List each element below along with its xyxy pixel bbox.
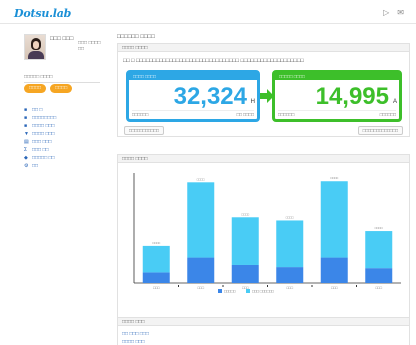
x-tick-mark (267, 285, 268, 287)
left-detail-button[interactable]: □□□□□□□□□□□ (124, 126, 164, 135)
main-content: □□□□□□ □□□□ □□□□ □□□□ □□ □ □□□□□□□□□□□□□… (117, 34, 410, 345)
chart-card-header: □□□□ □□□□ (118, 155, 409, 163)
data-label: □□□□ (241, 212, 249, 216)
bar-segment (187, 182, 215, 258)
right-count-value: 14,995 (315, 83, 389, 110)
tag-button[interactable]: □□□□ (50, 84, 73, 93)
sigma-icon: Σ (24, 147, 28, 153)
bar-segment (276, 220, 304, 268)
user-name: □□□ □□□ (50, 36, 74, 42)
data-label: □□□□ (152, 241, 160, 245)
app-logo[interactable]: Dotsu.lab (14, 7, 71, 20)
sidebar-item-home[interactable]: ■ □□ □ (24, 106, 100, 114)
avatar (24, 34, 46, 60)
sidebar-item-tags[interactable]: ◆ □□□□□ □□ (24, 154, 100, 162)
home-icon: ■ (24, 107, 28, 113)
tag-button[interactable]: □□□□ (24, 84, 47, 93)
bottom-card: □□□□ □□□ □□ □□□ □□□ □□□□ □□□ (117, 317, 410, 345)
bar-segment (320, 257, 348, 283)
x-tick-mark (222, 285, 224, 287)
sidebar-nav: ■ □□ □ ■ □□□□□□□□ ■ □□□□ □□□ ▼ □□□□ □□□ ▤ □□□… (24, 106, 100, 170)
sidebar: □□□ □□□ □□□ □□□□ □□ □□□□□ □□□□ □□□□ □□□□… (24, 34, 101, 339)
summary-card-header: □□□□ □□□□ (118, 44, 409, 52)
right-foot-label: □□□□□□ (278, 112, 295, 117)
bottom-link[interactable]: □□□□ □□□ (122, 339, 145, 345)
bar-segment (231, 217, 259, 265)
gear-icon: ⚙ (24, 163, 29, 169)
bar-segment (187, 257, 215, 283)
list-icon: ■ (24, 115, 28, 121)
legend-label: □□□ □□□□□□ (252, 290, 274, 294)
sidebar-item-filter[interactable]: ▼ □□□□ □□□ (24, 130, 100, 138)
play-icon[interactable]: ▷ (383, 8, 389, 17)
bar-segment (142, 245, 170, 273)
x-tick-mark (356, 285, 357, 287)
right-box-header: □□□□□ □□□□ (275, 73, 399, 80)
sidebar-item-label: □□□□ □□□ (32, 131, 55, 137)
bottom-link[interactable]: □□ □□□ □□□ (122, 331, 149, 337)
right-detail-button[interactable]: □□□□□□□□□□□□□ (357, 126, 403, 135)
right-count-unit: A (392, 99, 397, 105)
sidebar-item-label: □□ □ (32, 107, 43, 113)
sidebar-section-label: □□□□□ □□□□ (24, 74, 100, 83)
sidebar-item-label: □□ (32, 163, 39, 169)
bar-segment (365, 268, 393, 283)
sidebar-item-settings[interactable]: ⚙ □□ (24, 162, 100, 170)
data-label: □□□□ (197, 177, 205, 181)
sidebar-item-label: □□□ □□ (32, 147, 49, 153)
sidebar-item-list[interactable]: ■ □□□□□□□□ (24, 114, 100, 122)
app-header: Dotsu.lab ▷ ✉ (0, 0, 416, 24)
x-tick-mark (178, 285, 179, 287)
page-title: □□□□□□ □□□□ (117, 34, 155, 40)
x-tick-label: □□□ (197, 286, 204, 290)
bar-segment (365, 231, 393, 269)
x-tick-label: □□□ (331, 286, 338, 290)
report-icon: ■ (24, 123, 28, 129)
diamond-icon: ◆ (24, 155, 28, 161)
sidebar-item-sum[interactable]: Σ □□□ □□ (24, 146, 100, 154)
data-label: □□□□ (286, 215, 294, 219)
left-foot-label: □□□□□□ (132, 112, 149, 117)
x-tick-label: □□□ (286, 286, 293, 290)
bottom-card-header: □□□□ □□□ (118, 318, 409, 326)
legend-swatch (246, 289, 250, 293)
bar-chart: □□□□□□□□□□□□□□□□□□□□□□□□□□□□□□□□□□□□□□□□… (133, 173, 401, 294)
chart-card: □□□□ □□□□ □□□□ □□□ □□□□ □□□ □□□□ □□□ □□□□ □□□ □□… (117, 154, 410, 328)
x-tick-label: □□□ (375, 286, 382, 290)
bar-segment (320, 181, 348, 258)
sidebar-item-label: □□□ □□□ (32, 139, 52, 145)
right-foot-value: □□□□□□ (379, 112, 396, 117)
x-tick-mark (311, 285, 313, 287)
bar-segment (142, 272, 170, 283)
x-tick-label: □□□ (153, 286, 160, 290)
summary-description: □□ □ □□□□□□□□□□□□□□□□□□□□□□□□□□□□□□□ □□□… (123, 58, 304, 64)
user-info: □□□ □□□□ □□ (78, 40, 101, 52)
mail-icon[interactable]: ✉ (397, 8, 404, 17)
filter-icon: ▼ (24, 131, 29, 137)
data-label: □□□□ (330, 176, 338, 180)
bar-segment (276, 267, 304, 283)
right-count-box: □□□□□ □□□□ 14,995 A □□□□□□ □□□□□□ (272, 70, 402, 122)
legend-label: □□□□□ (224, 290, 236, 294)
legend-swatch (218, 289, 222, 293)
left-count-unit: H (250, 99, 255, 105)
summary-card: □□□□ □□□□ □□ □ □□□□□□□□□□□□□□□□□□□□□□□□□… (117, 43, 410, 137)
bar-segment (231, 264, 259, 283)
sidebar-item-data[interactable]: ▤ □□□ □□□ (24, 138, 100, 146)
left-foot-value: □□ □□□□ (236, 112, 254, 117)
sidebar-item-label: □□□□□□□□ (32, 115, 57, 121)
data-label: □□□□ (375, 226, 383, 230)
sidebar-item-label: □□□□□ □□ (32, 155, 55, 161)
left-box-header: □□□□ □□□□ (129, 73, 257, 80)
left-count-value: 32,324 (173, 83, 247, 110)
sidebar-item-label: □□□□ □□□ (32, 123, 55, 129)
left-count-box: □□□□ □□□□ 32,324 H □□□□□□ □□ □□□□ (126, 70, 260, 122)
data-icon: ▤ (24, 139, 29, 145)
sidebar-item-report[interactable]: ■ □□□□ □□□ (24, 122, 100, 130)
